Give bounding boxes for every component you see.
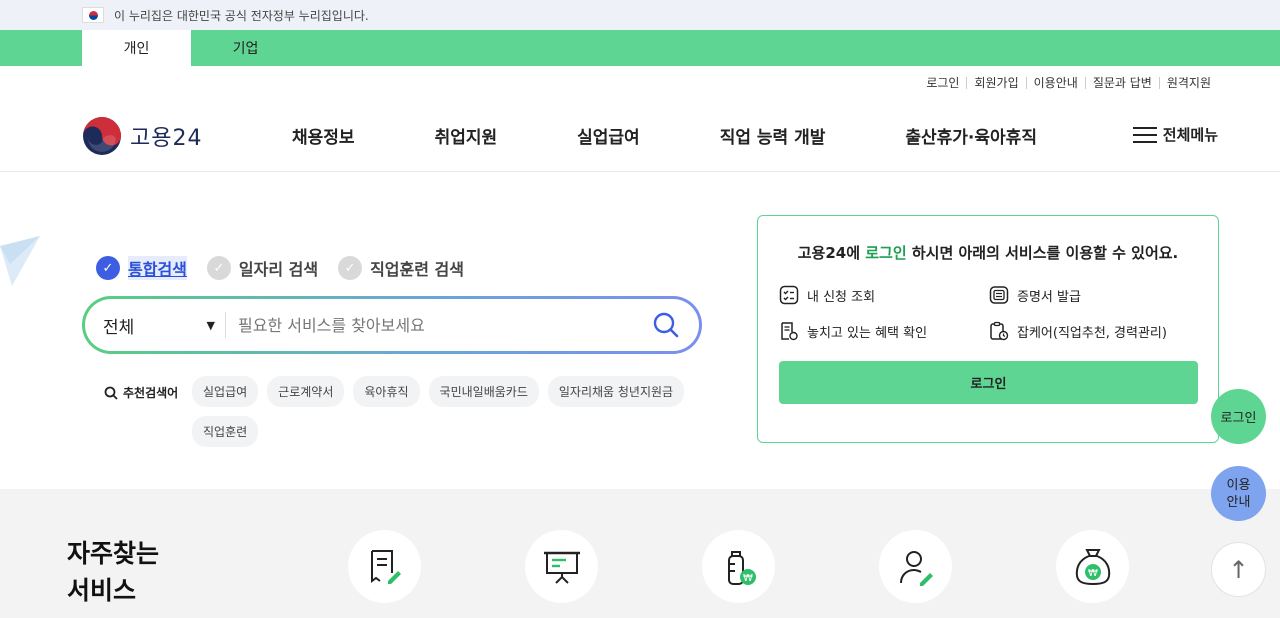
- search-icon: [104, 386, 118, 400]
- logo-text: 고용24: [130, 125, 203, 151]
- tab-label: 통합검색: [128, 256, 187, 280]
- presentation-board-icon: [543, 551, 580, 584]
- floating-login-button[interactable]: 로그인: [1211, 389, 1266, 444]
- keyword-tags: 실업급여 근로계약서 육아휴직 국민내일배움카드 일자리채움 청년지원금 직업훈…: [192, 376, 692, 447]
- tab-personal[interactable]: 개인: [82, 30, 191, 66]
- item-label: 내 신청 조회: [807, 289, 876, 305]
- keyword-tag[interactable]: 실업급여: [192, 376, 259, 407]
- service-presentation[interactable]: [525, 530, 598, 603]
- search-box: 전체 ▼: [82, 296, 702, 354]
- service-user-edit[interactable]: [879, 530, 952, 603]
- service-childcare-benefit[interactable]: ₩: [702, 530, 775, 603]
- scope-value: 전체: [103, 317, 135, 338]
- keyword-tag[interactable]: 직업훈련: [192, 416, 259, 447]
- gnb-menu: 채용정보 취업지원 실업급여 직업 능력 개발 출산휴가·육아휴직: [292, 123, 1119, 148]
- main-navigation: 고용24 채용정보 취업지원 실업급여 직업 능력 개발 출산휴가·육아휴직 전…: [0, 100, 1280, 172]
- keyword-tag[interactable]: 국민내일배움카드: [428, 376, 539, 407]
- korean-flag-icon: [82, 7, 104, 23]
- nav-unemployment-benefit[interactable]: 실업급여: [577, 123, 640, 148]
- keyword-tag[interactable]: 육아휴직: [353, 376, 420, 407]
- nav-vocational-training[interactable]: 직업 능력 개발: [720, 123, 826, 148]
- money-bag-won-icon: ₩: [1075, 548, 1110, 585]
- item-label: 증명서 발급: [1017, 289, 1081, 305]
- gov-banner: 이 누리집은 대한민국 공식 전자정부 누리집입니다.: [0, 0, 1280, 30]
- my-applications-item[interactable]: 내 신청 조회: [779, 285, 989, 305]
- user-edit-icon: [899, 550, 933, 586]
- keyword-tag[interactable]: 근로계약서: [267, 376, 345, 407]
- scroll-top-button[interactable]: ↑: [1211, 542, 1266, 597]
- tab-integrated-search[interactable]: ✓ 통합검색: [96, 256, 187, 280]
- reco-title-text: 추천검색어: [123, 386, 179, 400]
- service-form-edit[interactable]: [348, 530, 421, 603]
- search-button[interactable]: [641, 300, 691, 350]
- title-text: 고용24에: [797, 244, 866, 262]
- item-label: 놓치고 있는 혜택 확인: [807, 325, 928, 341]
- hamburger-icon: [1132, 126, 1157, 143]
- title-login-link[interactable]: 로그인: [865, 244, 906, 262]
- nav-recruitment[interactable]: 채용정보: [292, 123, 355, 148]
- tab-label: 일자리 검색: [238, 260, 319, 279]
- site-logo[interactable]: 고용24: [82, 116, 272, 156]
- certificate-item[interactable]: 증명서 발급: [989, 285, 1189, 305]
- signup-link[interactable]: 회원가입: [966, 77, 1025, 89]
- login-benefits: 내 신청 조회 증명서 발급 놓치고 있는 혜택 확인 잡케어(직업추천, 경력…: [779, 285, 1197, 341]
- search-input[interactable]: [238, 315, 641, 335]
- title-line: 서비스: [67, 576, 137, 605]
- nav-parental-leave[interactable]: 출산휴가·육아휴직: [905, 123, 1037, 148]
- nav-employment-support[interactable]: 취업지원: [435, 123, 498, 148]
- taegeuk-logo-icon: [83, 116, 121, 155]
- login-button[interactable]: 로그인: [779, 361, 1198, 404]
- benefit-doc-icon: [781, 322, 798, 341]
- login-card-title: 고용24에 로그인 하시면 아래의 서비스를 이용할 수 있어요.: [779, 242, 1197, 263]
- title-text: 하시면 아래의 서비스를 이용할 수 있어요.: [906, 244, 1179, 262]
- benefit-check-item[interactable]: 놓치고 있는 혜택 확인: [779, 321, 989, 341]
- login-link[interactable]: 로그인: [919, 77, 966, 89]
- jobcare-icon: [990, 321, 1009, 341]
- paper-plane-icon: [0, 236, 40, 286]
- svg-text:₩: ₩: [1088, 568, 1098, 579]
- item-label: 잡케어(직업추천, 경력관리): [1017, 325, 1167, 341]
- frequent-services: 자주찾는 서비스 ₩ ₩: [0, 489, 1280, 618]
- gov-banner-text: 이 누리집은 대한민국 공식 전자정부 누리집입니다.: [114, 8, 369, 23]
- check-icon: ✓: [96, 256, 120, 280]
- checklist-icon: [779, 285, 799, 305]
- floating-guide-button[interactable]: 이용 안내: [1211, 466, 1266, 521]
- guide-line: 안내: [1226, 494, 1251, 510]
- tab-business[interactable]: 기업: [191, 30, 300, 66]
- arrow-up-icon: ↑: [1228, 555, 1249, 584]
- form-edit-icon: [370, 549, 401, 584]
- guide-line: 이용: [1226, 477, 1251, 493]
- title-line: 자주찾는: [67, 539, 160, 568]
- utility-links: 로그인 회원가입 이용안내 질문과 답변 원격지원: [0, 66, 1280, 100]
- reco-title: 추천검색어: [104, 384, 192, 401]
- all-menu-button[interactable]: 전체메뉴: [1132, 124, 1218, 145]
- tab-job-search[interactable]: ✓ 일자리 검색: [206, 256, 319, 280]
- keyword-tag[interactable]: 일자리채움 청년지원금: [547, 376, 685, 407]
- search-scope-select[interactable]: 전체 ▼: [85, 313, 225, 338]
- check-icon: ✓: [206, 256, 231, 280]
- svg-text:₩: ₩: [743, 573, 753, 584]
- caret-down-icon: ▼: [206, 318, 215, 332]
- certificate-icon: [989, 286, 1009, 304]
- recommended-keywords: 추천검색어 실업급여 근로계약서 육아휴직 국민내일배움카드 일자리채움 청년지…: [104, 376, 704, 447]
- service-money-bag[interactable]: ₩: [1056, 530, 1129, 603]
- remote-support-link[interactable]: 원격지원: [1158, 77, 1218, 89]
- frequent-services-title: 자주찾는 서비스: [67, 535, 159, 609]
- baby-bottle-won-icon: ₩: [727, 550, 756, 585]
- divider: [225, 312, 226, 338]
- search-type-tabs: ✓ 통합검색 ✓ 일자리 검색 ✓ 직업훈련 검색: [96, 256, 464, 280]
- search-icon: [653, 312, 679, 338]
- hero-section: ✓ 통합검색 ✓ 일자리 검색 ✓ 직업훈련 검색 전체 ▼ 필요한 서비스를 …: [0, 172, 1280, 488]
- qna-link[interactable]: 질문과 답변: [1084, 77, 1159, 89]
- guide-link[interactable]: 이용안내: [1025, 77, 1085, 89]
- tab-label: 직업훈련 검색: [370, 260, 464, 279]
- login-card: 고용24에 로그인 하시면 아래의 서비스를 이용할 수 있어요. 내 신청 조…: [757, 215, 1219, 443]
- audience-bar: 개인 기업: [0, 30, 1280, 66]
- tab-training-search[interactable]: ✓ 직업훈련 검색: [338, 256, 464, 280]
- all-menu-label: 전체메뉴: [1162, 126, 1218, 144]
- check-icon: ✓: [338, 256, 363, 280]
- jobcare-item[interactable]: 잡케어(직업추천, 경력관리): [989, 321, 1189, 341]
